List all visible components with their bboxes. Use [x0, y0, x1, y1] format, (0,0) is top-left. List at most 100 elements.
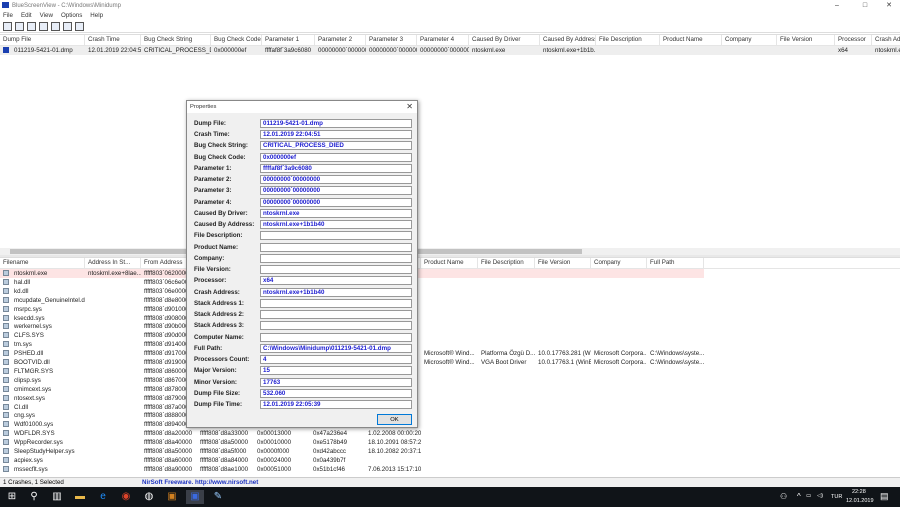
driver-row[interactable]: msrpc.sys fffff808`d9010000 — [0, 305, 900, 314]
column-header[interactable]: Product Name — [660, 35, 722, 46]
file-explorer-icon[interactable]: ▬ — [73, 490, 87, 504]
driver-row[interactable]: ntosext.sys fffff808`d8790000 — [0, 394, 900, 403]
column-header[interactable]: Company — [591, 258, 647, 269]
driver-row[interactable]: SleepStudyHelper.sys fffff808`d8a50000 fff… — [0, 447, 900, 456]
property-value-field[interactable] — [260, 253, 412, 263]
property-value-field[interactable]: 00000000`00000000 — [260, 186, 412, 196]
column-header[interactable]: Dump File — [0, 35, 85, 46]
driver-row[interactable]: clipsp.sys fffff808`d8670000 — [0, 376, 900, 385]
property-value-field[interactable]: ntoskrnl.exe+1b1b40 — [260, 287, 412, 297]
property-value-field[interactable]: 12.01.2019 22:04:51 — [260, 130, 412, 140]
column-header[interactable]: File Version — [535, 258, 591, 269]
column-header[interactable]: Filename — [0, 258, 85, 269]
property-value-field[interactable] — [260, 231, 412, 241]
property-value-field[interactable] — [260, 265, 412, 275]
driver-row[interactable]: mssecflt.sys fffff808`d8a90000 fffff808`d8… — [0, 465, 900, 474]
column-header[interactable]: Bug Check String — [141, 35, 211, 46]
menu-edit[interactable]: Edit — [21, 11, 32, 20]
property-value-field[interactable]: x64 — [260, 276, 412, 286]
driver-row[interactable]: tm.sys fffff808`d9140000 — [0, 340, 900, 349]
column-header[interactable]: Address In St... — [85, 258, 141, 269]
column-header[interactable]: Full Path — [647, 258, 704, 269]
column-header[interactable]: File Description — [478, 258, 535, 269]
driver-row[interactable]: cng.sys fffff808`d8880000 — [0, 411, 900, 420]
crash-list[interactable]: Dump File Crash Time Bug Check String Bug C… — [0, 34, 900, 248]
edge-icon[interactable]: e — [96, 490, 110, 504]
tray-chevron-icon[interactable]: ^ — [797, 492, 801, 501]
clock-time[interactable]: 22:28 — [852, 489, 866, 495]
property-value-field[interactable]: 12.01.2019 22:05:39 — [260, 400, 412, 409]
column-header[interactable]: Product Name — [421, 258, 478, 269]
driver-row[interactable]: CI.dll fffff808`d87a0000 — [0, 403, 900, 412]
column-header[interactable]: File Description — [596, 35, 660, 46]
menu-file[interactable]: File — [3, 11, 13, 20]
driver-row[interactable]: acpiex.sys fffff808`d8a60000 fffff808`d8a8… — [0, 456, 900, 465]
menu-view[interactable]: View — [40, 11, 53, 20]
steam-icon[interactable]: ◍ — [142, 490, 156, 504]
driver-row[interactable]: kd.dll fffff803`06e00000 — [0, 287, 900, 296]
crash-row[interactable]: 011219-5421-01.dmp 12.01.2019 22:04:51 CRI… — [0, 46, 900, 55]
property-value-field[interactable]: 011219-5421-01.dmp — [260, 119, 412, 128]
property-value-field[interactable]: 0x000000ef — [260, 152, 412, 162]
driver-row[interactable]: werkernel.sys fffff808`d90b0000 — [0, 322, 900, 331]
property-value-field[interactable]: 17763 — [260, 377, 412, 387]
property-value-field[interactable]: ntoskrnl.exe — [260, 208, 412, 218]
maximize-button[interactable]: □ — [854, 0, 876, 11]
exit-icon[interactable] — [75, 22, 84, 31]
driver-row[interactable]: BOOTVID.dll fffff808`d9190000 Microsoft® W… — [0, 358, 900, 367]
column-header[interactable]: Caused By Address — [540, 35, 596, 46]
driver-row[interactable]: mcupdate_GenuineIntel.dll fffff808`d8e800… — [0, 296, 900, 305]
property-value-field[interactable]: ffffaf8f`3a9c6080 — [260, 163, 412, 173]
notifications-icon[interactable]: ▤ — [880, 491, 889, 502]
driver-row[interactable]: ksecdd.sys fffff808`d9080000 — [0, 314, 900, 323]
column-header[interactable]: File Version — [777, 35, 835, 46]
property-value-field[interactable]: 15 — [260, 366, 412, 376]
driver-row[interactable]: CLFS.SYS fffff808`d90d0000 — [0, 331, 900, 340]
find-icon[interactable] — [63, 22, 72, 31]
network-icon[interactable]: ▭ — [806, 493, 811, 499]
driver-row[interactable]: Wdf01000.sys fffff808`d8940000 — [0, 420, 900, 429]
property-value-field[interactable]: CRITICAL_PROCESS_DIED — [260, 141, 412, 151]
property-value-field[interactable] — [260, 298, 412, 308]
property-value-field[interactable] — [260, 310, 412, 320]
column-header[interactable]: Caused By Driver — [469, 35, 540, 46]
property-value-field[interactable]: 00000000`00000000 — [260, 175, 412, 185]
chrome-icon[interactable]: ◉ — [119, 490, 133, 504]
column-header[interactable]: Processor — [835, 35, 872, 46]
task-view-icon[interactable]: ▥ — [50, 490, 64, 504]
menu-help[interactable]: Help — [90, 11, 103, 20]
property-value-field[interactable]: ntoskrnl.exe+1b1b40 — [260, 220, 412, 230]
save-icon[interactable] — [15, 22, 24, 31]
driver-row[interactable]: WDFLDR.SYS fffff808`d8a20000 fffff808`d8a3… — [0, 429, 900, 438]
driver-row[interactable]: hal.dll fffff803`06c6e000 — [0, 278, 900, 287]
dialog-close-button[interactable]: ✕ — [406, 101, 413, 113]
driver-list[interactable]: FilenameAddress In St...From AddressTo A… — [0, 257, 900, 476]
volume-icon[interactable]: ◁) — [817, 493, 823, 499]
property-value-field[interactable]: 532.060 — [260, 388, 412, 398]
column-header[interactable]: Bug Check Code — [211, 35, 262, 46]
copy-icon[interactable] — [39, 22, 48, 31]
ok-button[interactable]: OK — [377, 414, 412, 425]
driver-row[interactable]: cmimcext.sys fffff808`d8780000 — [0, 385, 900, 394]
clock-date[interactable]: 12.01.2019 — [846, 498, 874, 504]
csgo-icon[interactable]: ▣ — [165, 490, 179, 504]
column-header[interactable]: Parameter 4 — [417, 35, 469, 46]
search-icon[interactable]: ⚲ — [27, 490, 41, 504]
property-value-field[interactable]: C:\Windows\Minidump\011219-5421-01.dmp — [260, 343, 412, 353]
property-value-field[interactable] — [260, 332, 412, 342]
menu-options[interactable]: Options — [61, 11, 82, 20]
bluescreenview-icon[interactable]: ▣ — [186, 490, 204, 504]
driver-row[interactable]: PSHED.dll fffff808`d9170000 Microsoft® Win… — [0, 349, 900, 358]
property-value-field[interactable]: 4 — [260, 355, 412, 365]
column-header[interactable]: Crash Address — [872, 35, 900, 46]
column-header[interactable]: Company — [722, 35, 777, 46]
properties-icon[interactable] — [3, 22, 12, 31]
column-header[interactable]: Parameter 1 — [262, 35, 315, 46]
property-value-field[interactable] — [260, 321, 412, 331]
driver-row[interactable]: FLTMGR.SYS fffff808`d8600000 — [0, 367, 900, 376]
start-icon[interactable]: ⊞ — [5, 490, 19, 504]
html-report-icon[interactable] — [51, 22, 60, 31]
language-indicator[interactable]: TUR — [831, 494, 842, 500]
people-icon[interactable]: ⚇ — [780, 492, 787, 501]
column-header[interactable]: Parameter 3 — [366, 35, 417, 46]
